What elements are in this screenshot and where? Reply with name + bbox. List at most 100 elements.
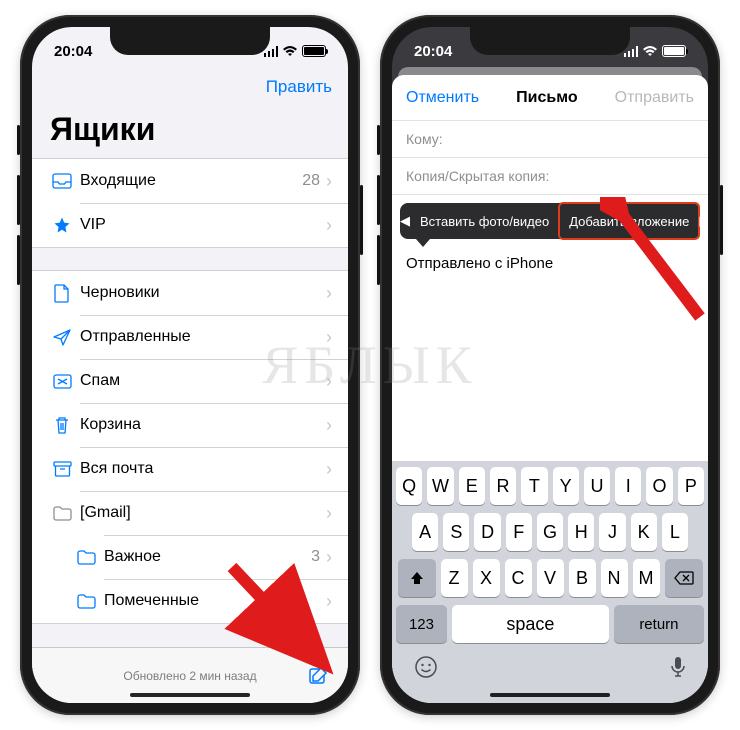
chevron-icon: › <box>326 215 332 236</box>
archivebox-icon <box>48 461 76 477</box>
cancel-button[interactable]: Отменить <box>406 89 479 107</box>
star-icon <box>48 216 76 234</box>
page-title: Ящики <box>32 107 348 158</box>
keyboard-row-1: QWERTYUIOP <box>396 467 704 505</box>
inbox-label: Входящие <box>76 172 302 190</box>
paperplane-icon <box>48 328 76 347</box>
drafts-row[interactable]: Черновики › <box>32 271 348 315</box>
power-button <box>720 185 723 255</box>
key-f[interactable]: F <box>506 513 532 551</box>
mute-switch <box>17 125 20 155</box>
battery-icon <box>302 45 326 57</box>
key-k[interactable]: K <box>631 513 657 551</box>
sent-row[interactable]: Отправленные › <box>32 315 348 359</box>
starred-label: Помеченные <box>100 592 326 610</box>
home-indicator[interactable] <box>490 693 610 697</box>
important-label: Важное <box>100 548 311 566</box>
chevron-icon: › <box>326 371 332 392</box>
phone-right: 20:04 Отменить Письмо Отправить Кому: Ко… <box>380 15 720 715</box>
inbox-icon <box>48 173 76 189</box>
junk-icon <box>48 374 76 389</box>
numbers-key[interactable]: 123 <box>396 605 447 643</box>
spam-label: Спам <box>76 372 326 390</box>
key-r[interactable]: R <box>490 467 516 505</box>
shift-key[interactable] <box>398 559 436 597</box>
space-key[interactable]: space <box>452 605 609 643</box>
trash-row[interactable]: Корзина › <box>32 403 348 447</box>
key-h[interactable]: H <box>568 513 594 551</box>
trash-icon <box>48 416 76 435</box>
backspace-key[interactable] <box>665 559 703 597</box>
send-button[interactable]: Отправить <box>615 89 694 107</box>
key-v[interactable]: V <box>537 559 564 597</box>
key-d[interactable]: D <box>474 513 500 551</box>
add-attachment-option[interactable]: Добавить вложение <box>559 203 699 239</box>
callout-next-button[interactable]: ▶ <box>699 213 708 229</box>
wifi-icon <box>282 45 298 57</box>
volume-up <box>377 175 380 225</box>
key-a[interactable]: A <box>412 513 438 551</box>
key-s[interactable]: S <box>443 513 469 551</box>
key-c[interactable]: C <box>505 559 532 597</box>
key-t[interactable]: T <box>521 467 547 505</box>
key-l[interactable]: L <box>662 513 688 551</box>
battery-icon <box>662 45 686 57</box>
insert-photo-video-option[interactable]: Вставить фото/видео <box>410 203 559 239</box>
volume-up <box>17 175 20 225</box>
allmail-label: Вся почта <box>76 460 326 478</box>
spam-row[interactable]: Спам › <box>32 359 348 403</box>
volume-down <box>17 235 20 285</box>
chevron-icon: › <box>326 283 332 304</box>
sent-label: Отправленные <box>76 328 326 346</box>
key-j[interactable]: J <box>599 513 625 551</box>
mailbox-group-account: Черновики › Отправленные › Спам › <box>32 270 348 624</box>
key-u[interactable]: U <box>584 467 610 505</box>
compose-navbar: Отменить Письмо Отправить <box>392 75 708 121</box>
keyboard-row-2: ASDFGHJKL <box>396 513 704 551</box>
chevron-icon: › <box>326 327 332 348</box>
compose-title: Письмо <box>516 89 577 107</box>
vip-row[interactable]: VIP › <box>32 203 348 247</box>
compose-button[interactable] <box>308 665 330 687</box>
important-row[interactable]: Важное 3 › <box>32 535 348 579</box>
starred-row[interactable]: Помеченные › <box>32 579 348 623</box>
chevron-icon: › <box>326 459 332 480</box>
key-n[interactable]: N <box>601 559 628 597</box>
to-field[interactable]: Кому: <box>392 121 708 158</box>
callout-prev-button[interactable]: ◀ <box>400 213 410 229</box>
power-button <box>360 185 363 255</box>
key-w[interactable]: W <box>427 467 453 505</box>
cc-bcc-field[interactable]: Копия/Скрытая копия: <box>392 158 708 195</box>
key-b[interactable]: B <box>569 559 596 597</box>
key-y[interactable]: Y <box>553 467 579 505</box>
key-e[interactable]: E <box>459 467 485 505</box>
key-g[interactable]: G <box>537 513 563 551</box>
chevron-icon: › <box>326 503 332 524</box>
key-m[interactable]: M <box>633 559 660 597</box>
phone-left: 20:04 Править Ящики Входящие 28 › <box>20 15 360 715</box>
inbox-row[interactable]: Входящие 28 › <box>32 159 348 203</box>
key-q[interactable]: Q <box>396 467 422 505</box>
gmail-folder-row[interactable]: [Gmail] › <box>32 491 348 535</box>
keyboard-row-3: ZXCVBNM <box>396 559 704 597</box>
callout-pointer <box>416 239 430 247</box>
key-p[interactable]: P <box>678 467 704 505</box>
return-key[interactable]: return <box>614 605 704 643</box>
inbox-count: 28 <box>302 172 320 190</box>
vip-label: VIP <box>76 216 326 234</box>
dictation-key[interactable] <box>670 655 686 679</box>
signature-text: Отправлено с iPhone <box>406 255 553 272</box>
folder-icon <box>72 594 100 609</box>
key-x[interactable]: X <box>473 559 500 597</box>
wifi-icon <box>642 45 658 57</box>
document-icon <box>48 284 76 303</box>
key-z[interactable]: Z <box>441 559 468 597</box>
home-indicator[interactable] <box>130 693 250 697</box>
chevron-icon: › <box>326 415 332 436</box>
key-o[interactable]: O <box>646 467 672 505</box>
edit-button[interactable]: Править <box>266 77 332 97</box>
emoji-key[interactable] <box>414 655 438 679</box>
to-label: Кому: <box>406 131 443 147</box>
key-i[interactable]: I <box>615 467 641 505</box>
allmail-row[interactable]: Вся почта › <box>32 447 348 491</box>
